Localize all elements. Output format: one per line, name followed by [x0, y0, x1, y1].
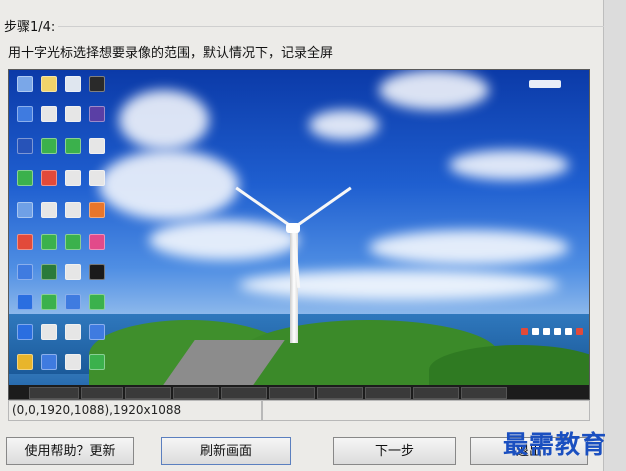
desktop-icon — [65, 202, 81, 218]
step-title: 步骤1/4: — [4, 20, 56, 35]
turbine-hub — [286, 223, 300, 233]
desktop-icon — [17, 354, 33, 370]
taskbar-item — [317, 387, 363, 399]
group-divider — [58, 26, 604, 27]
cloud — [149, 220, 299, 260]
taskbar-item — [413, 387, 459, 399]
taskbar-item — [461, 387, 507, 399]
desktop-icon — [17, 294, 33, 310]
cloud — [309, 110, 379, 140]
desktop-icon — [89, 324, 105, 340]
instruction-text: 用十字光标选择想要录像的范围，默认情况下，记录全屏 — [8, 46, 334, 61]
tray-icon — [521, 328, 528, 335]
tray-icon — [554, 328, 561, 335]
taskbar-item — [365, 387, 411, 399]
taskbar-item — [221, 387, 267, 399]
taskbar-item — [269, 387, 315, 399]
taskbar-item — [125, 387, 171, 399]
screen-preview[interactable] — [8, 69, 590, 400]
desktop-icon — [89, 170, 105, 186]
desktop-icon — [41, 138, 57, 154]
desktop-icon — [17, 324, 33, 340]
taskbar-item — [81, 387, 123, 399]
desktop-icon — [41, 76, 57, 92]
desktop-icon — [89, 106, 105, 122]
desktop-icon — [41, 354, 57, 370]
status-field — [262, 400, 590, 421]
desktop-icon — [89, 234, 105, 250]
next-step-button[interactable]: 下一步 — [333, 437, 456, 465]
cloud — [119, 90, 209, 150]
cloud — [379, 70, 489, 110]
desktop-icon — [17, 202, 33, 218]
tray-icon — [565, 328, 572, 335]
desktop-icon — [65, 324, 81, 340]
widget-badge — [529, 80, 561, 88]
desktop-icon — [41, 170, 57, 186]
taskbar-item — [173, 387, 219, 399]
desktop-icon — [41, 234, 57, 250]
desktop-icon — [65, 234, 81, 250]
desktop-icon — [17, 106, 33, 122]
desktop-icon — [17, 264, 33, 280]
desktop-icon — [17, 76, 33, 92]
desktop-icon — [17, 138, 33, 154]
refresh-screen-button[interactable]: 刷新画面 — [161, 437, 291, 465]
desktop-icon — [17, 170, 33, 186]
desktop-icon — [65, 76, 81, 92]
desktop-icon — [89, 202, 105, 218]
desktop-icon — [41, 294, 57, 310]
window-edge — [603, 0, 626, 471]
help-update-button[interactable]: 使用帮助？更新 — [6, 437, 134, 465]
taskbar — [9, 385, 589, 399]
cloud — [369, 230, 569, 265]
desktop-icon — [17, 234, 33, 250]
desktop-icon — [41, 264, 57, 280]
desktop-icon — [41, 106, 57, 122]
desktop-icon — [65, 264, 81, 280]
watermark-logo: 最需教育 — [503, 430, 608, 459]
desktop-icon — [65, 106, 81, 122]
desktop-icon — [89, 138, 105, 154]
desktop-icon — [65, 138, 81, 154]
tray-icon — [532, 328, 539, 335]
desktop-icon — [89, 354, 105, 370]
cloud — [99, 150, 239, 220]
desktop-icon — [89, 76, 105, 92]
coordinates-field: (0,0,1920,1088),1920x1088 — [8, 400, 262, 421]
desktop-icon — [65, 170, 81, 186]
cloud — [239, 270, 559, 300]
desktop-icon — [41, 324, 57, 340]
desktop-icon — [65, 294, 81, 310]
tray-icon — [543, 328, 550, 335]
desktop-icon — [41, 202, 57, 218]
desktop-icon — [89, 264, 105, 280]
cloud — [449, 150, 569, 180]
desktop-icon — [65, 354, 81, 370]
system-tray — [521, 328, 583, 335]
tray-icon — [576, 328, 583, 335]
taskbar-item — [29, 387, 79, 399]
desktop-icon — [89, 294, 105, 310]
